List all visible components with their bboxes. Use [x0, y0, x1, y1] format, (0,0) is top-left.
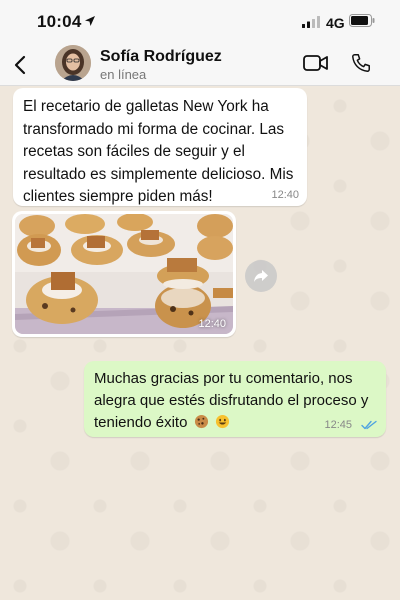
message-time: 12:40: [271, 189, 299, 201]
forward-arrow-icon: [254, 270, 268, 282]
status-time: 10:04: [37, 12, 82, 31]
incoming-message[interactable]: El recetario de galletas New York ha tra…: [13, 88, 307, 206]
cookies-photo[interactable]: [15, 214, 233, 334]
status-bar: 10:04 4G: [0, 0, 400, 44]
chat-area[interactable]: El recetario de galletas New York ha tra…: [0, 86, 400, 600]
signal-icon: [302, 16, 320, 28]
video-call-icon[interactable]: [303, 54, 329, 72]
message-time: 12:40: [198, 318, 226, 330]
avatar-portrait-icon: [55, 45, 91, 81]
avatar[interactable]: [55, 45, 91, 81]
contact-name[interactable]: Sofía Rodríguez: [100, 48, 222, 66]
read-receipt-icon: [361, 420, 377, 430]
message-text: El recetario de galletas New York ha tra…: [23, 98, 294, 205]
chat-header: Sofía Rodríguez en línea: [0, 44, 400, 86]
message-time: 12:45: [324, 419, 352, 431]
back-chevron-icon[interactable]: [12, 54, 28, 76]
network-type: 4G: [326, 15, 345, 31]
outgoing-message[interactable]: Muchas gracias por tu comentario, nos al…: [84, 361, 386, 437]
smile-emoji: [215, 414, 229, 429]
cookie-emoji: [194, 414, 208, 429]
battery-icon: [349, 14, 375, 27]
phone-call-icon[interactable]: [350, 52, 372, 74]
forward-button[interactable]: [245, 260, 277, 292]
contact-status: en línea: [100, 67, 147, 82]
location-arrow-icon: [85, 16, 95, 26]
incoming-image-message[interactable]: 12:40: [12, 211, 236, 337]
